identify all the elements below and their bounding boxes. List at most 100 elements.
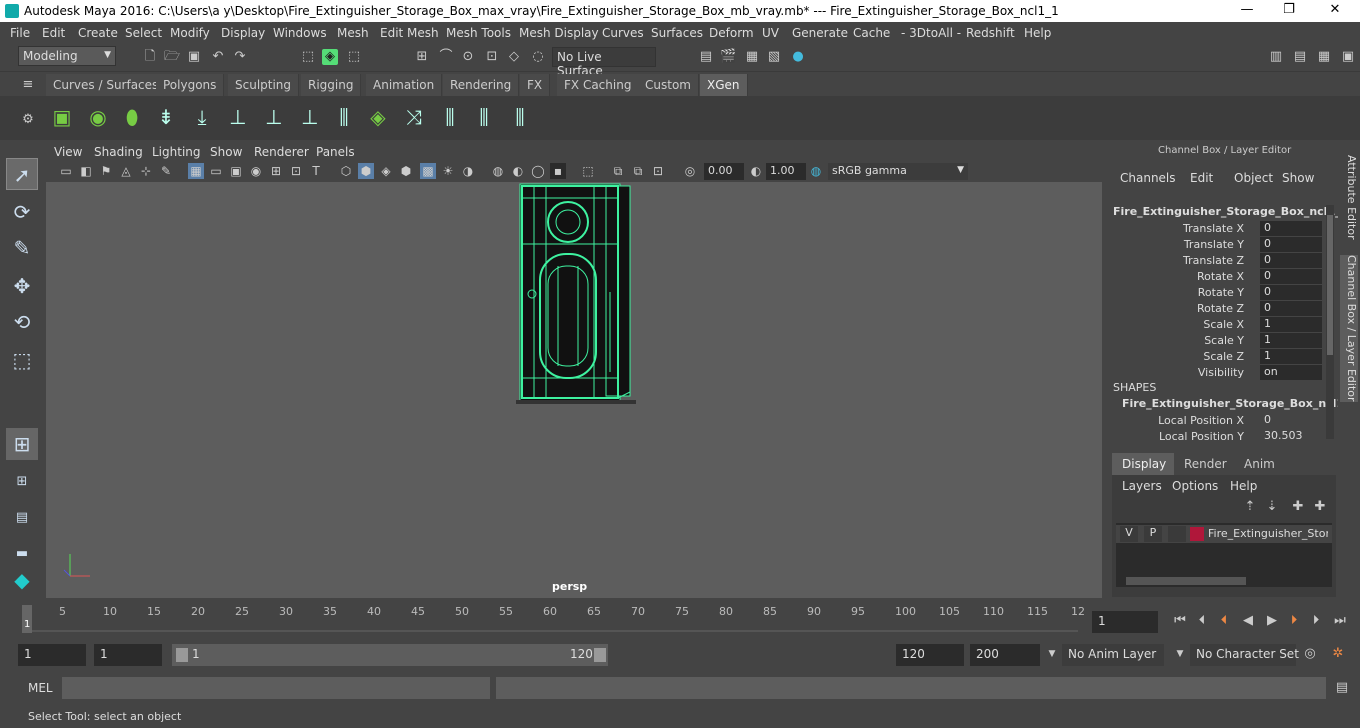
lasso-tool-icon[interactable]: ⟳	[6, 196, 38, 228]
color-management-icon[interactable]: ◍	[808, 163, 824, 179]
menu-help[interactable]: Help	[1024, 26, 1051, 40]
vp-menu-view[interactable]: View	[54, 145, 82, 159]
grease-pencil-icon[interactable]: ✎	[158, 163, 174, 179]
attr-scale-z[interactable]: Scale Z1	[1108, 349, 1322, 365]
menu-deform[interactable]: Deform	[709, 26, 754, 40]
gamma-icon[interactable]: ◐	[748, 163, 764, 179]
exposure-icon[interactable]: ◎	[682, 163, 698, 179]
hypershade-icon[interactable]: ●	[790, 49, 806, 65]
tab-curves-surfaces[interactable]: Curves / Surfaces	[46, 74, 167, 96]
close-button[interactable]: ✕	[1320, 2, 1350, 20]
layer-name[interactable]: Fire_Extinguisher_Storag	[1208, 527, 1328, 540]
open-scene-icon[interactable]: 🗁	[164, 49, 180, 65]
script-editor-icon[interactable]: ▤	[1334, 680, 1350, 696]
menu-windows[interactable]: Windows	[273, 26, 327, 40]
select-tool-icon[interactable]: ➚	[6, 158, 38, 190]
new-layer-selected-icon[interactable]: ✚	[1312, 499, 1328, 515]
snap-view-icon[interactable]: ⊡	[484, 49, 500, 65]
shelf-menu-icon[interactable]: ≡	[20, 77, 36, 93]
tab-rigging[interactable]: Rigging	[301, 74, 362, 96]
tab-rendering[interactable]: Rendering	[443, 74, 520, 96]
menu-mesh-tools[interactable]: Mesh Tools	[446, 26, 511, 40]
xgen-comb-icon[interactable]: ⫼	[436, 102, 464, 132]
layer-menu-help[interactable]: Help	[1230, 479, 1257, 493]
xgen-leaf-icon[interactable]: ⬮	[118, 102, 146, 132]
tab-anim-layers[interactable]: Anim	[1234, 453, 1285, 475]
tab-render-layers[interactable]: Render	[1174, 453, 1237, 475]
menu-modify[interactable]: Modify	[170, 26, 210, 40]
play-forwards-icon[interactable]: ▶	[1264, 613, 1280, 629]
layout-icon[interactable]: ▤	[6, 502, 38, 534]
tab-attribute-editor[interactable]: Attribute Editor	[1340, 155, 1358, 240]
save-scene-icon[interactable]: ▣	[186, 49, 202, 65]
play-backwards-icon[interactable]: ◀	[1240, 613, 1256, 629]
layer-playback-toggle[interactable]: P	[1144, 526, 1162, 542]
show-tool-settings-icon[interactable]: ▦	[1316, 49, 1332, 65]
xgen-sculpt-icon[interactable]: ⊥	[260, 102, 288, 132]
paint-select-icon[interactable]: ✎	[6, 232, 38, 264]
tab-xgen[interactable]: XGen	[700, 74, 748, 96]
single-view-icon[interactable]: ⊞	[6, 428, 38, 460]
snap-point-icon[interactable]: ⊙	[460, 49, 476, 65]
fire-extinguisher-box-mesh[interactable]	[516, 183, 636, 404]
new-layer-icon[interactable]: ✚	[1290, 499, 1306, 515]
current-frame-field[interactable]: 1	[1092, 611, 1158, 633]
vp-menu-panels[interactable]: Panels	[316, 145, 355, 159]
bookmark-icon[interactable]: ⚑	[98, 163, 114, 179]
textured-icon[interactable]: ▩	[420, 163, 436, 179]
exposure-field[interactable]: 0.00	[704, 163, 744, 180]
menu-mesh-display[interactable]: Mesh Display	[519, 26, 599, 40]
animation-end-field[interactable]: 200	[970, 644, 1040, 666]
move-layer-down-icon[interactable]: ⇣	[1264, 499, 1280, 515]
time-slider[interactable]: 5 10 15 20 25 30 35 40 45 50 55 60 65 70…	[0, 601, 1360, 639]
attr-translate-y[interactable]: Translate Y0	[1108, 237, 1322, 253]
snap-surface-icon[interactable]: ◇	[506, 49, 522, 65]
xgen-add-icon[interactable]: ⊥	[224, 102, 252, 132]
restore-button[interactable]: ❐	[1274, 2, 1304, 20]
shadows-icon[interactable]: ◑	[460, 163, 476, 179]
grid-icon[interactable]: ▦	[188, 163, 204, 179]
menu-surfaces[interactable]: Surfaces	[651, 26, 703, 40]
workspace-icon[interactable]: ▥	[1268, 49, 1284, 65]
channel-menu-show[interactable]: Show	[1282, 171, 1314, 185]
vp-menu-shading[interactable]: Shading	[94, 145, 143, 159]
attr-scale-x[interactable]: Scale X1	[1108, 317, 1322, 333]
xgen-add-guide-icon[interactable]: ⇟	[152, 102, 180, 132]
menu-redshift[interactable]: Redshift	[966, 26, 1015, 40]
menu-generate[interactable]: Generate	[792, 26, 848, 40]
attr-rotate-x[interactable]: Rotate X0	[1108, 269, 1322, 285]
menu-uv[interactable]: UV	[762, 26, 779, 40]
xgen-cut-icon[interactable]: ⫼	[470, 102, 498, 132]
layer-menu-options[interactable]: Options	[1172, 479, 1218, 493]
snap-curve-icon[interactable]: ⌒	[438, 49, 454, 65]
step-back-key-icon[interactable]: ⏴	[1216, 613, 1232, 629]
camera-attr-icon[interactable]: ◧	[78, 163, 94, 179]
character-set-select[interactable]: No Character Set	[1190, 644, 1299, 666]
menu-display[interactable]: Display	[221, 26, 265, 40]
gear-icon[interactable]: ⚙	[20, 112, 36, 128]
ipr-render-icon[interactable]: ▦	[744, 49, 760, 65]
layer-visibility-toggle[interactable]: V	[1120, 526, 1138, 542]
tab-custom[interactable]: Custom	[638, 74, 699, 96]
camera-select-icon[interactable]: ▭	[58, 163, 74, 179]
attr-rotate-y[interactable]: Rotate Y0	[1108, 285, 1322, 301]
vp-menu-renderer[interactable]: Renderer	[254, 145, 309, 159]
ambient-occlusion-icon[interactable]: ◍	[490, 163, 506, 179]
use-lights-icon[interactable]: ☀	[440, 163, 456, 179]
select-object-icon[interactable]: ◈	[322, 49, 338, 65]
tab-sculpting[interactable]: Sculpting	[228, 74, 300, 96]
object-name[interactable]: Fire_Extinguisher_Storage_Box_ncl1_1	[1113, 205, 1348, 218]
xgen-preview-icon[interactable]: ◉	[84, 102, 112, 132]
layer-row[interactable]: V P Fire_Extinguisher_Storag	[1116, 525, 1332, 543]
select-component-icon[interactable]: ⬚	[346, 49, 362, 65]
range-start-handle[interactable]	[176, 648, 188, 662]
shape-name[interactable]: Fire_Extinguisher_Storage_Box_ncl1...	[1122, 397, 1357, 410]
playback-start-field[interactable]: 1	[94, 644, 162, 666]
attr-local-position-y[interactable]: Local Position Y 30.503	[1108, 429, 1322, 445]
layer-color-swatch[interactable]	[1190, 527, 1204, 541]
wireframe-icon[interactable]: ⬡	[338, 163, 354, 179]
layer-scrollbar[interactable]	[1126, 577, 1246, 585]
range-end-handle[interactable]	[594, 648, 606, 662]
tab-fx-caching[interactable]: FX Caching	[557, 74, 640, 96]
xgen-convert-icon[interactable]: ⤨	[400, 102, 428, 132]
